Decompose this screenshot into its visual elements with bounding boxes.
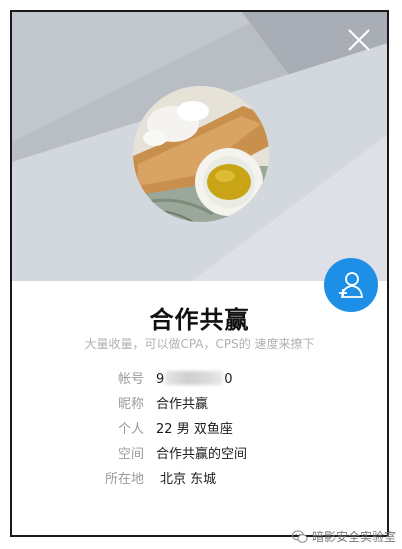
watermark: 暗影安全实验室 [291, 528, 396, 545]
nickname-value: 合作共赢 [156, 397, 209, 412]
detail-label-account: 帐号 [117, 372, 144, 387]
personal-value: 22 男 双鱼座 [156, 420, 233, 440]
location-value: 北京 东城 [160, 470, 216, 490]
profile-signature: 大量收量，可以做CPA，CPS的 速度来撩下 [84, 337, 315, 351]
close-icon [348, 29, 370, 51]
city-value: 北京 [160, 472, 187, 487]
detail-row-nickname: 昵称 合作共赢 [12, 395, 387, 415]
detail-row-location: 所在地 北京 东城 [12, 470, 387, 490]
profile-card: 合作共赢 大量收量，可以做CPA，CPS的 速度来撩下 帐号 90 昵称 合作共… [10, 10, 389, 537]
profile-name: 合作共赢 [149, 306, 250, 334]
district-value: 东城 [190, 472, 217, 487]
account-suffix: 0 [224, 372, 233, 387]
detail-row-personal: 个人 22 男 双鱼座 [12, 420, 387, 440]
detail-row-space: 空间 合作共赢的空间 [12, 445, 387, 465]
watermark-text: 暗影安全实验室 [311, 530, 396, 544]
detail-row-account: 帐号 90 [12, 370, 387, 390]
close-button[interactable] [345, 26, 373, 54]
detail-label-space: 空间 [117, 447, 144, 462]
account-number[interactable]: 90 [156, 370, 233, 390]
avatar-image [133, 86, 269, 222]
profile-banner [12, 12, 387, 281]
avatar[interactable] [133, 86, 269, 222]
age-value: 22 [156, 422, 173, 437]
account-prefix: 9 [156, 372, 165, 387]
account-redaction [165, 371, 224, 385]
add-friend-icon [339, 272, 363, 298]
detail-label-location: 所在地 [104, 472, 144, 487]
detail-label-nickname: 昵称 [117, 397, 144, 412]
gender-value: 男 [176, 422, 190, 437]
detail-label-personal: 个人 [117, 422, 144, 437]
wechat-icon [291, 530, 308, 543]
zodiac-value: 双鱼座 [193, 422, 233, 437]
space-link[interactable]: 合作共赢的空间 [156, 445, 247, 465]
